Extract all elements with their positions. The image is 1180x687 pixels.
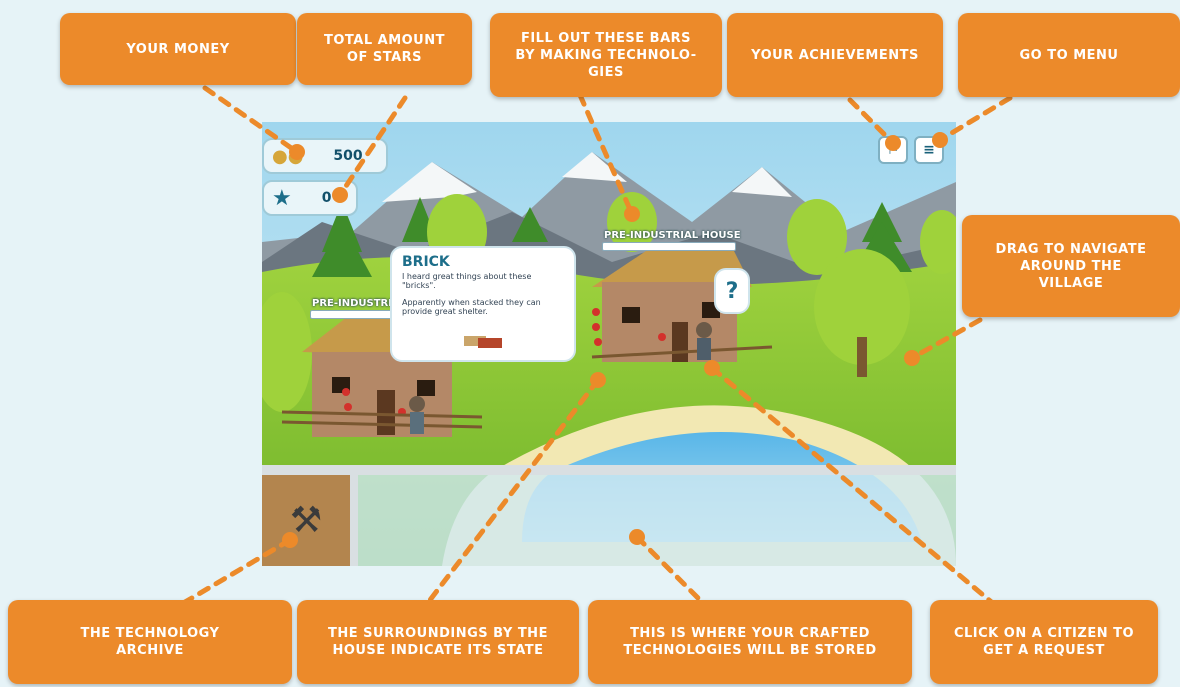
- question-icon: ?: [725, 278, 739, 304]
- callout-menu: GO TO MENU: [958, 13, 1180, 97]
- popup-title: BRICK: [402, 254, 450, 270]
- callout-citizen: CLICK ON A CITIZEN TO GET A REQUEST: [930, 600, 1158, 684]
- callout-citizen-text: CLICK ON A CITIZEN TO GET A REQUEST: [953, 626, 1135, 658]
- callout-money: YOUR MONEY: [60, 13, 296, 85]
- technology-popup[interactable]: BRICK I heard great things about these "…: [390, 246, 576, 362]
- menu-button[interactable]: ≡: [914, 136, 944, 164]
- hammer-chisel-icon: ⚒: [289, 500, 323, 541]
- callout-surroundings-text: THE SURROUNDINGS BY THE HOUSE INDICATE I…: [328, 626, 548, 658]
- callout-bars-text: FILL OUT THESE BARS BY MAKING TECHNOLO- …: [515, 30, 697, 80]
- popup-line-2: Apparently when stacked they can provide…: [402, 298, 541, 316]
- coins-icon: ●●: [272, 145, 304, 167]
- popup-line-1: I heard great things about these "bricks…: [402, 272, 532, 290]
- callout-archive-text: THE TECHNOLOGY ARCHIVE: [80, 626, 220, 658]
- citizen-right: [696, 322, 712, 360]
- brick-icon: [464, 332, 504, 348]
- menu-icon: ≡: [923, 142, 935, 158]
- stars-value: 0: [321, 190, 332, 206]
- callout-bars: FILL OUT THESE BARS BY MAKING TECHNOLO- …: [490, 13, 722, 97]
- callout-menu-text: GO TO MENU: [1019, 47, 1119, 63]
- callout-archive: THE TECHNOLOGY ARCHIVE: [8, 600, 292, 684]
- star-icon: ★: [272, 185, 292, 211]
- callout-stored-text: THIS IS WHERE YOUR CRAFTED TECHNOLOGIES …: [623, 626, 877, 658]
- callout-stars: TOTAL AMOUNT OF STARS: [297, 13, 472, 85]
- house-label-right: PRE-INDUSTRIAL HOUSE: [604, 230, 741, 241]
- callout-navigate-text: DRAG TO NAVIGATE AROUND THE VILLAGE: [995, 241, 1147, 291]
- callout-achievements-text: YOUR ACHIEVEMENTS: [751, 47, 919, 63]
- callout-stars-text: TOTAL AMOUNT OF STARS: [323, 33, 445, 65]
- callout-navigate: DRAG TO NAVIGATE AROUND THE VILLAGE: [962, 215, 1180, 317]
- house-progress-left: [310, 310, 392, 319]
- citizen-left: [409, 396, 425, 434]
- citizen-request-bubble[interactable]: ?: [714, 268, 750, 314]
- technology-archive-button[interactable]: ⚒: [262, 475, 350, 566]
- technology-storage-tray[interactable]: [358, 475, 956, 566]
- house-progress-right: [602, 242, 736, 251]
- money-counter: ●● 500: [262, 138, 388, 174]
- callout-money-text: YOUR MONEY: [126, 41, 230, 57]
- money-value: 500: [333, 148, 363, 164]
- trophy-icon: ⚑: [886, 142, 900, 158]
- achievements-button[interactable]: ⚑: [878, 136, 908, 164]
- stars-counter: ★ 0: [262, 180, 358, 216]
- game-viewport[interactable]: ●● 500 ★ 0 ⚑ ≡ PRE-INDUSTRIAL HOUSE PRE-…: [262, 122, 956, 566]
- callout-stored: THIS IS WHERE YOUR CRAFTED TECHNOLOGIES …: [588, 600, 912, 684]
- house-label-left: PRE-INDUSTRI: [312, 298, 392, 309]
- callout-surroundings: THE SURROUNDINGS BY THE HOUSE INDICATE I…: [297, 600, 579, 684]
- callout-achievements: YOUR ACHIEVEMENTS: [727, 13, 943, 97]
